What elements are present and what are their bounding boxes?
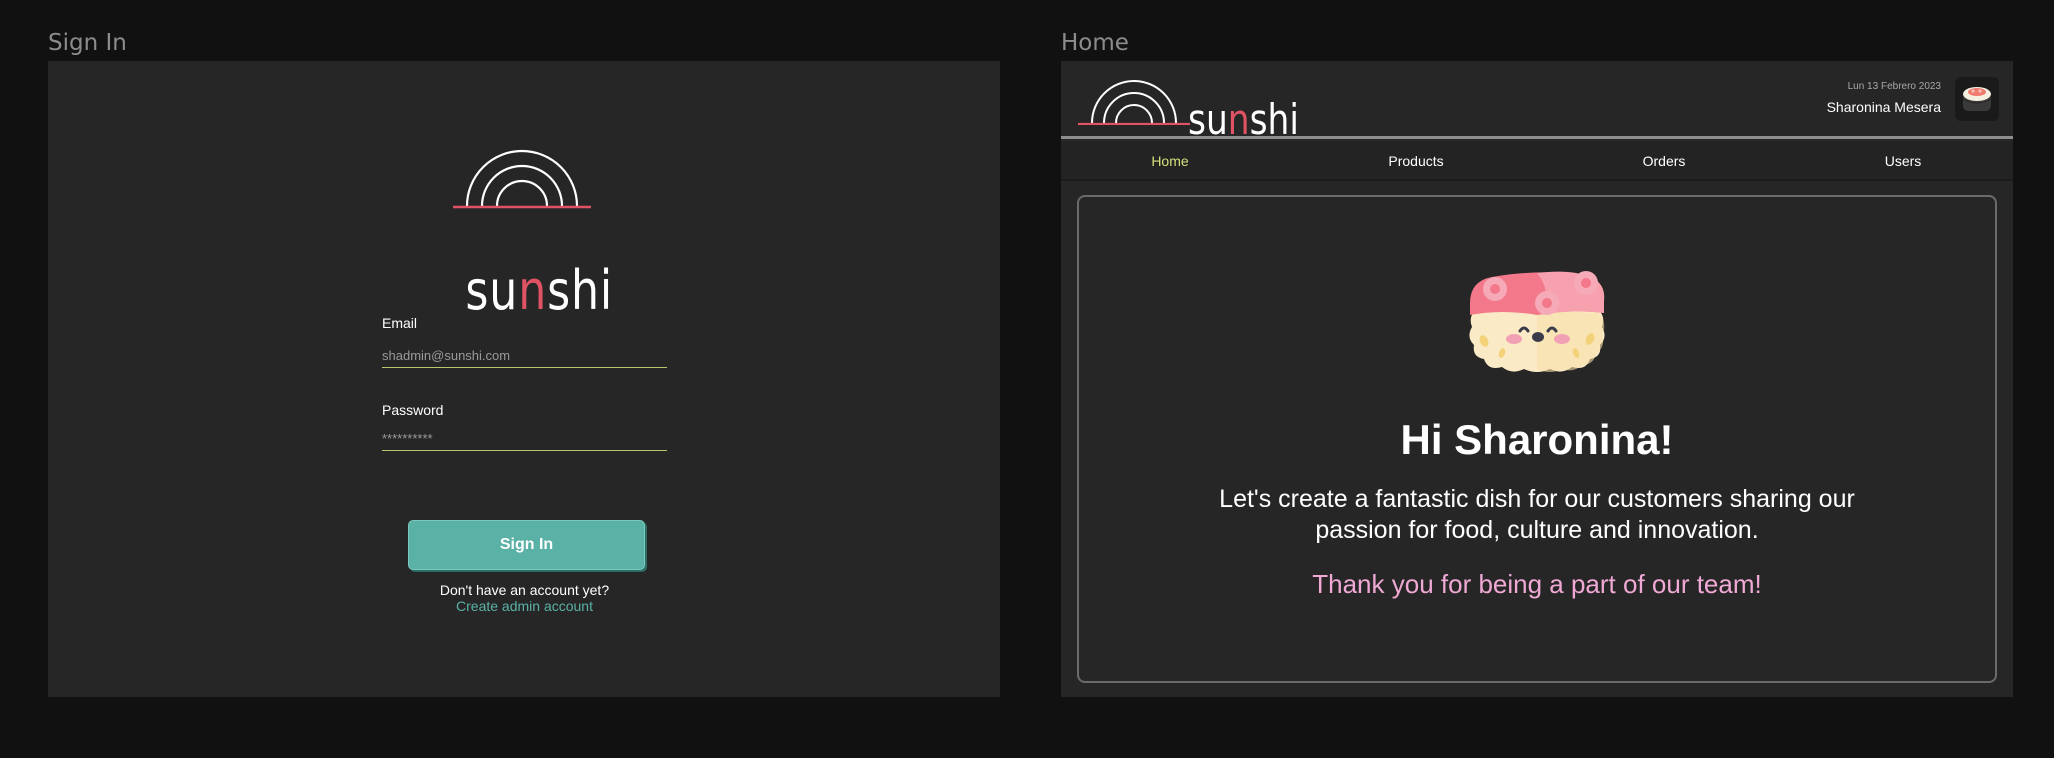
brand-wordmark: sunshi	[1188, 95, 1299, 144]
sunshi-logo: sunshi	[453, 149, 613, 322]
signin-screen: sunshi Email Password Sign In Don't have…	[48, 61, 1000, 697]
signin-frame-label: Sign In	[48, 30, 127, 56]
nav-item-products[interactable]: Products	[1388, 153, 1443, 169]
sushi-mascot-icon	[1469, 271, 1605, 372]
current-date: Lun 13 Febrero 2023	[1847, 81, 1941, 92]
app-header: sunshi Lun 13 Febrero 2023 Sharonina Mes…	[1061, 61, 2013, 141]
brand-wordmark: sunshi	[465, 259, 613, 322]
rainbow-icon	[1078, 80, 1190, 125]
user-name: Sharonina Mesera	[1826, 99, 1941, 115]
email-field[interactable]	[382, 343, 667, 368]
thanks-message: Thank you for being a part of our team!	[1312, 569, 1762, 599]
nav-item-users[interactable]: Users	[1885, 153, 1922, 169]
welcome-card: Hi Sharonina! Let's create a fantastic d…	[1077, 195, 1997, 683]
welcome-message: Let's create a fantastic dish for our cu…	[1219, 485, 1855, 544]
rainbow-icon	[453, 149, 591, 209]
no-account-text: Don't have an account yet?	[439, 582, 610, 598]
greeting-title: Hi Sharonina!	[1400, 416, 1674, 463]
password-label: Password	[382, 402, 444, 418]
sign-in-button[interactable]: Sign In	[408, 520, 645, 570]
nav-item-orders[interactable]: Orders	[1643, 153, 1686, 169]
email-label: Email	[382, 315, 418, 331]
avatar[interactable]	[1955, 77, 1999, 121]
create-admin-account-link[interactable]: Create admin account	[382, 598, 667, 614]
password-field[interactable]	[382, 426, 667, 451]
home-screen: sunshi Lun 13 Febrero 2023 Sharonina Mes…	[1061, 61, 2013, 697]
nav-item-home[interactable]: Home	[1151, 153, 1188, 169]
main-nav: Home Products Orders Users	[1061, 142, 2013, 181]
header-logo[interactable]: sunshi	[1078, 79, 1308, 141]
home-frame-label: Home	[1061, 30, 1129, 56]
sushi-avatar-icon	[1962, 87, 1992, 111]
